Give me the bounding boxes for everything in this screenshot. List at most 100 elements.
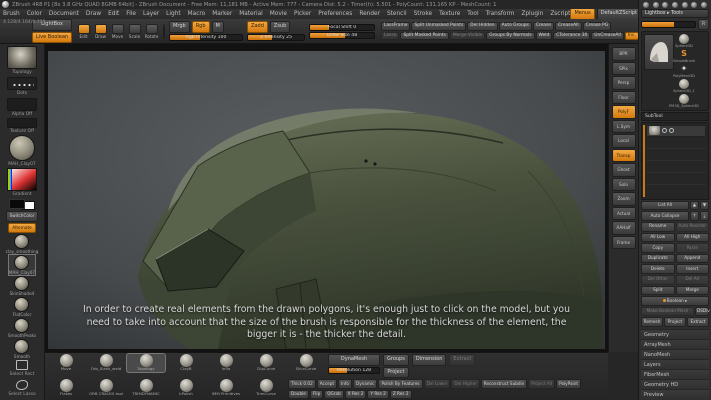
geometry-button[interactable]: Project All	[528, 379, 555, 389]
shelf-custom-button[interactable]: Auto Groups	[499, 22, 532, 31]
subtool-row[interactable]	[646, 125, 706, 137]
alpha-thumbnail[interactable]	[7, 98, 37, 112]
tool-subpalette-header[interactable]: FiberMesh	[641, 369, 709, 379]
delete-button[interactable]: Delete	[641, 264, 675, 274]
mode-button[interactable]: Scale	[127, 24, 142, 39]
copy-button[interactable]: Copy	[641, 243, 675, 253]
right-shelf-button[interactable]: SPix	[612, 62, 636, 76]
right-shelf-button[interactable]: PolyF	[612, 105, 636, 119]
extract-shelf-button[interactable]: Extract	[449, 354, 475, 366]
geometry-button[interactable]: Del Higher	[451, 379, 479, 389]
make-boolean-mesh-button[interactable]: Make Boolean Mesh	[641, 307, 694, 317]
brush-shortcut[interactable]: Orb_Slash_weld	[87, 354, 125, 372]
split-button[interactable]: Split	[641, 286, 675, 296]
material-item[interactable]: SmoothPeaks	[8, 318, 36, 338]
shelf-custom-button[interactable]: Split Unmasked Points	[411, 22, 466, 31]
live-boolean-button[interactable]: Live Boolean	[32, 32, 72, 44]
menu-item[interactable]: Marker	[212, 11, 232, 17]
rgb-intensity-slider[interactable]: Rgb Intensity 100	[169, 34, 243, 41]
shelf-custom-button[interactable]: Crease PG	[583, 22, 612, 31]
current-tool-button[interactable]	[644, 34, 674, 70]
right-shelf-button[interactable]: Solo	[612, 178, 636, 192]
select-lasso-icon[interactable]	[16, 380, 28, 390]
insert-button[interactable]: Insert	[676, 264, 710, 274]
geometry-button[interactable]: Accept	[317, 379, 337, 389]
brush-shortcut[interactable]: Move	[47, 354, 85, 372]
merge-button[interactable]: Merge	[676, 286, 710, 296]
shelf-custom-button[interactable]: Crease	[533, 22, 554, 31]
mode-button[interactable]: Draw	[93, 24, 108, 39]
right-shelf-button[interactable]: Floor	[612, 91, 636, 105]
geometry-button[interactable]: PolyPaint	[556, 379, 581, 389]
alternate-button[interactable]: Alternate	[8, 223, 35, 234]
sculpt-mode-button[interactable]: Zsub	[270, 21, 290, 33]
texture-thumbnail[interactable]	[7, 118, 37, 128]
paint-mode-button[interactable]: Rgb	[192, 21, 210, 33]
menu-item[interactable]: Zplugin	[521, 11, 543, 17]
shelf-custom-button[interactable]: CTolerance 30	[553, 32, 590, 41]
menu-item[interactable]: Picker	[294, 11, 311, 17]
project-button[interactable]: Project	[664, 317, 686, 327]
rename-button[interactable]: Rename	[641, 222, 675, 232]
tool-item[interactable]: SSimpleBrush	[676, 49, 692, 63]
menu-item[interactable]: Tool	[467, 11, 478, 17]
brush-shortcut[interactable]: hPolish	[167, 379, 205, 397]
menu-item[interactable]: Macro	[188, 11, 206, 17]
groups-button[interactable]: Groups	[383, 354, 409, 366]
subtool-scrollbar[interactable]	[643, 125, 645, 197]
gear-icon[interactable]	[691, 2, 697, 8]
eye-icon[interactable]	[662, 128, 667, 133]
tool-subpalette-header[interactable]: Layers	[641, 359, 709, 369]
select-rect-icon[interactable]	[16, 360, 28, 370]
right-shelf-button[interactable]: Actual	[612, 207, 636, 221]
right-shelf-button[interactable]: Persp	[612, 76, 636, 90]
shelf-custom-button[interactable]: Del Hidden	[467, 22, 497, 31]
mode-button[interactable]: Rotate	[144, 24, 159, 39]
del-other-button[interactable]: Del Other	[641, 275, 675, 285]
menu-item[interactable]: Light	[166, 11, 180, 17]
append-button[interactable]: Append	[676, 254, 710, 264]
mode-button[interactable]: Move	[110, 24, 125, 39]
dynamesh-resolution-slider[interactable]: Resolution 128	[328, 367, 380, 374]
menu-item[interactable]: Texture	[439, 11, 460, 17]
del-all-button[interactable]: Del All	[676, 275, 710, 285]
current-brush-thumbnail[interactable]	[7, 46, 37, 69]
auto-reorder-button[interactable]: Auto Reorder	[676, 222, 710, 232]
subtool-last-button[interactable]: ⤓	[700, 211, 709, 221]
brush-shortcut[interactable]: IMM Primitives	[207, 379, 245, 397]
tool-subpalette-header[interactable]: Preview	[641, 389, 709, 399]
tool-subpalette-header[interactable]: Geometry	[641, 329, 709, 339]
all-high-button[interactable]: All High	[676, 233, 710, 243]
geometry-button[interactable]: Info	[338, 379, 352, 389]
right-shelf-button[interactable]: Ghost	[612, 163, 636, 177]
tool-item[interactable]: PM3D_Sphere3D	[676, 94, 692, 108]
shelf-custom-button[interactable]: Merge Visible	[450, 32, 485, 41]
geometry-button[interactable]: Double	[288, 390, 309, 400]
remesh-button[interactable]: Remesh	[641, 317, 663, 327]
material-item[interactable]: FlatColor	[13, 297, 32, 317]
tool-item[interactable]: Sphere3D_1	[676, 79, 692, 93]
geometry-button[interactable]: Y Res 2	[367, 390, 388, 400]
brush-shortcut[interactable]: Flakes	[47, 379, 85, 397]
brush-shortcut[interactable]: SliceCurve	[287, 354, 325, 372]
arrow-up-icon[interactable]	[682, 2, 688, 8]
tool-item[interactable]: Sphere3D	[676, 34, 692, 48]
shelf-custom-button[interactable]: UnCreaseAll	[591, 32, 624, 41]
menu-item[interactable]: Document	[49, 11, 79, 17]
shelf-custom-button[interactable]: LassFrame	[381, 22, 410, 31]
brush-visibility-icon[interactable]	[669, 128, 674, 133]
z-intensity-slider[interactable]: Z Intensity 25	[247, 34, 305, 41]
subtool-first-button[interactable]: ⤒	[690, 211, 699, 221]
tray-slider[interactable]	[641, 21, 696, 28]
extract-button[interactable]: Extract	[687, 317, 709, 327]
focal-shift-slider[interactable]: Focal Shift 0	[309, 24, 375, 31]
shelf-custom-button[interactable]: CreaseAll	[555, 22, 582, 31]
geometry-button[interactable]: Flip	[310, 390, 323, 400]
paint-mode-button[interactable]: Mrgb	[169, 21, 190, 33]
r-button[interactable]: R	[698, 19, 709, 30]
menus-toggle-button[interactable]: Menus	[570, 9, 594, 19]
shelf-custom-button[interactable]: Split Masked Points	[400, 32, 448, 41]
menu-item[interactable]: Layer	[143, 11, 159, 17]
right-shelf-button[interactable]: Frame	[612, 236, 636, 250]
viewport-canvas[interactable]: In order to create real elements from th…	[48, 51, 605, 349]
